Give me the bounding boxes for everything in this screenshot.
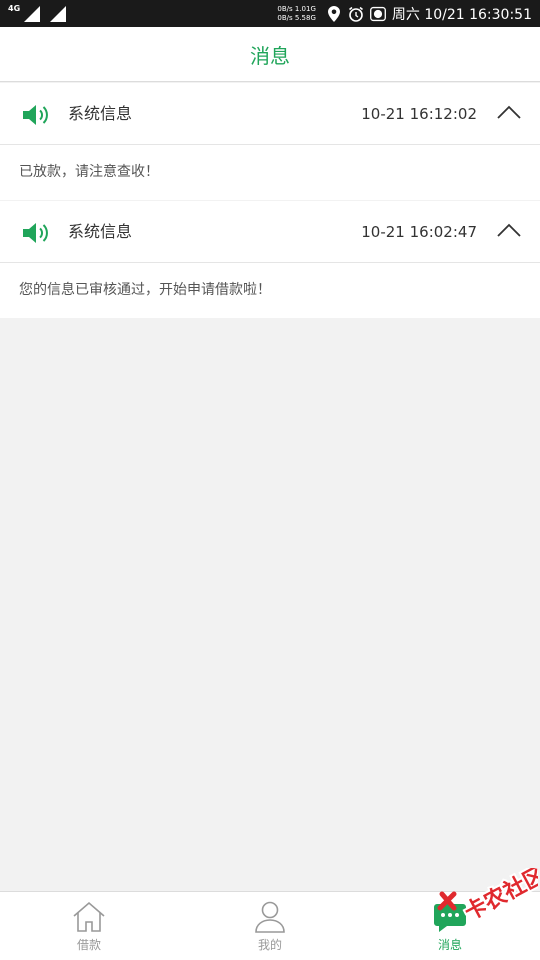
network-type-label: 4G — [8, 4, 21, 13]
signal-icon-2 — [50, 5, 67, 22]
chevron-up-icon[interactable] — [496, 103, 522, 123]
nav-item-loan[interactable]: 借款 — [29, 892, 149, 960]
speed-up: 0B/s 1.01G — [277, 4, 316, 13]
message-header-2[interactable]: 系统信息 10-21 16:02:47 — [0, 201, 540, 263]
signal-group: 4G — [8, 3, 67, 24]
message-header-1[interactable]: 系统信息 10-21 16:12:02 — [0, 83, 540, 145]
alarm-icon — [348, 6, 364, 22]
message-title: 系统信息 — [68, 222, 133, 241]
watermark-logo: 卡农社区 卡农社区 — [437, 868, 538, 924]
chevron-up-icon[interactable] — [496, 221, 522, 241]
speed-down: 0B/s 5.58G — [277, 13, 316, 22]
message-title: 系统信息 — [68, 104, 133, 123]
status-datetime: 周六 10/21 16:30:51 — [391, 6, 532, 23]
speaker-icon — [23, 105, 48, 125]
user-icon — [255, 901, 285, 933]
speaker-icon — [23, 223, 48, 243]
nav-item-mine[interactable]: 我的 — [210, 892, 330, 960]
nav-label-messages: 消息 — [437, 938, 462, 952]
battery-icon — [369, 6, 386, 22]
page-header: 消息 — [0, 27, 540, 82]
message-time: 10-21 16:12:02 — [361, 105, 477, 123]
message-time: 10-21 16:02:47 — [361, 223, 477, 241]
status-bar: 4G 0B/s 1.01G 0B/s 5.58G 周六 10/21 16:30:… — [0, 0, 540, 27]
page-title: 消息 — [250, 43, 290, 68]
message-body-2: 您的信息已审核通过，开始申请借款啦！ — [0, 263, 540, 318]
signal-icon — [24, 5, 41, 22]
nav-label-loan: 借款 — [76, 938, 101, 952]
location-icon — [326, 5, 342, 22]
message-body-1: 已放款，请注意查收！ — [0, 145, 540, 200]
svg-text:卡农社区: 卡农社区 — [460, 868, 538, 924]
nav-label-mine: 我的 — [257, 938, 282, 952]
home-icon — [73, 901, 105, 932]
message-text: 已放款，请注意查收！ — [19, 164, 159, 180]
network-speed: 0B/s 1.01G 0B/s 5.58G — [277, 5, 316, 23]
message-text: 您的信息已审核通过，开始申请借款啦！ — [19, 282, 271, 298]
status-right: 0B/s 1.01G 0B/s 5.58G 周六 10/21 16:30:51 — [277, 0, 532, 27]
